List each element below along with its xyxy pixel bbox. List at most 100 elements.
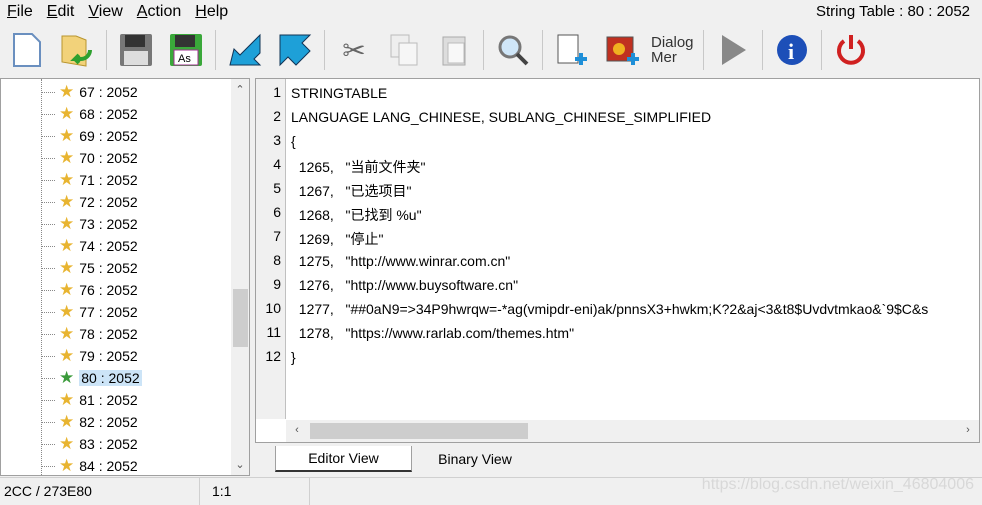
info-icon[interactable]: i [771,29,813,71]
save-as-icon[interactable]: As [165,29,207,71]
tab-editor-view[interactable]: Editor View [275,446,412,472]
tree-item-label: 78 : 2052 [79,326,138,342]
copy-icon[interactable] [383,29,425,71]
tree-item[interactable]: ★ 69 : 2052 [41,125,138,147]
tree-item[interactable]: ★ 72 : 2052 [41,191,138,213]
code-line: { [291,133,296,149]
menu-edit[interactable]: Edit [40,3,82,21]
tree-item[interactable]: ★ 80 : 2052 [41,367,142,389]
tree-connector [41,113,55,115]
toolbar-separator [821,30,822,70]
tab-binary-view[interactable]: Binary View [415,446,535,472]
line-number: 3 [273,132,281,148]
scroll-left-icon[interactable]: ‹ [288,424,306,436]
tree-connector [41,245,55,247]
status-position: 1:1 [200,477,310,505]
code-line: 1277, "##0aN9=>34P9hwrqw=-*ag(vmipdr-eni… [291,301,929,317]
tree-item-label: 71 : 2052 [79,172,138,188]
toolbar: As ✂ Dialog Mer i [0,26,982,74]
star-icon: ★ [59,126,75,145]
tree-item[interactable]: ★ 71 : 2052 [41,169,138,191]
tree-connector [41,377,55,379]
scroll-up-icon[interactable]: ⌃ [231,83,249,96]
star-icon: ★ [59,324,75,343]
add-resource-icon[interactable] [551,29,593,71]
script-editor[interactable]: 1 2 3 4 5 6 7 8 9 10 11 12 STRINGTABLE LANGUAGE LANG… [255,78,980,443]
tree-item[interactable]: ★ 77 : 2052 [41,301,138,323]
tree-item-label: 69 : 2052 [79,128,138,144]
tree-item[interactable]: ★ 82 : 2052 [41,411,138,433]
menu-view[interactable]: View [81,3,129,21]
tree-item[interactable]: ★ 68 : 2052 [41,103,138,125]
tree-item[interactable]: ★ 76 : 2052 [41,279,138,301]
add-image-icon[interactable] [601,29,643,71]
tree-item[interactable]: ★ 67 : 2052 [41,81,138,103]
dialog-merger-icon[interactable]: Dialog Mer [651,29,695,71]
scroll-down-icon[interactable]: ⌄ [231,458,249,471]
compile-arrow-icon[interactable] [224,29,266,71]
code-line: 1275, "http://www.winrar.com.cn" [291,253,511,269]
tree-item-label: 73 : 2052 [79,216,138,232]
cut-icon[interactable]: ✂ [333,29,375,71]
tree-item[interactable]: ★ 81 : 2052 [41,389,138,411]
tree-item[interactable]: ★ 83 : 2052 [41,433,138,455]
status-offset: 2CC / 273E80 [0,477,200,505]
tree-connector [41,443,55,445]
star-icon: ★ [59,170,75,189]
code-line: STRINGTABLE [291,85,388,101]
tree-item-label: 72 : 2052 [79,194,138,210]
svg-text:As: As [178,53,191,65]
watermark: https://blog.csdn.net/weixin_46804006 [701,476,974,493]
expand-arrow-icon[interactable] [274,29,316,71]
star-icon: ★ [59,192,75,211]
save-icon[interactable] [115,29,157,71]
paste-icon[interactable] [433,29,475,71]
tree-item-label: 83 : 2052 [79,436,138,452]
tree-item[interactable]: ★ 84 : 2052 [41,455,138,475]
line-number: 5 [273,180,281,196]
tree-item-label: 75 : 2052 [79,260,138,276]
new-file-icon[interactable] [6,29,48,71]
resource-tree[interactable]: ★ 67 : 2052 ★ 68 : 2052 ★ 69 : 2052 ★ 70 : 2052… [0,78,250,476]
menu-action[interactable]: Action [130,3,188,21]
scroll-right-icon[interactable]: › [959,424,977,436]
line-number-gutter: 1 2 3 4 5 6 7 8 9 10 11 12 [256,79,286,419]
tree-connector [41,201,55,203]
run-icon[interactable] [712,29,754,71]
star-icon: ★ [59,434,75,453]
menu-file[interactable]: File [0,3,40,21]
tree-item[interactable]: ★ 73 : 2052 [41,213,138,235]
tree-item-label: 77 : 2052 [79,304,138,320]
code-line: 1268, "已找到 %u" [291,207,422,223]
tree-connector [41,135,55,137]
tree-connector [41,223,55,225]
tree-item[interactable]: ★ 79 : 2052 [41,345,138,367]
code-line: 1276, "http://www.buysoftware.cn" [291,277,519,293]
tree-scrollbar[interactable]: ⌃ ⌄ [231,79,249,475]
scroll-thumb[interactable] [233,289,248,347]
tree-item[interactable]: ★ 70 : 2052 [41,147,138,169]
tree-connector [41,91,55,93]
view-tabs: Editor View Binary View [255,444,980,474]
tree-item-label: 68 : 2052 [79,106,138,122]
toolbar-separator [106,30,107,70]
tree-item-label: 84 : 2052 [79,458,138,474]
toolbar-separator [542,30,543,70]
tree-item[interactable]: ★ 75 : 2052 [41,257,138,279]
tree-connector [41,421,55,423]
open-file-icon[interactable] [56,29,98,71]
menu-help[interactable]: Help [188,3,235,21]
editor-horizontal-scrollbar[interactable]: ‹ › [286,420,979,442]
tree-item[interactable]: ★ 78 : 2052 [41,323,138,345]
tree-item[interactable]: ★ 74 : 2052 [41,235,138,257]
code-line: 1278, "https://www.rarlab.com/themes.htm… [291,325,575,341]
line-number: 1 [273,84,281,100]
line-number: 10 [265,300,281,316]
exit-power-icon[interactable] [830,29,872,71]
line-number: 9 [273,276,281,292]
star-icon: ★ [59,456,75,475]
star-icon: ★ [59,148,75,167]
scroll-thumb[interactable] [310,423,528,439]
find-icon[interactable] [492,29,534,71]
tree-item-label: 76 : 2052 [79,282,138,298]
